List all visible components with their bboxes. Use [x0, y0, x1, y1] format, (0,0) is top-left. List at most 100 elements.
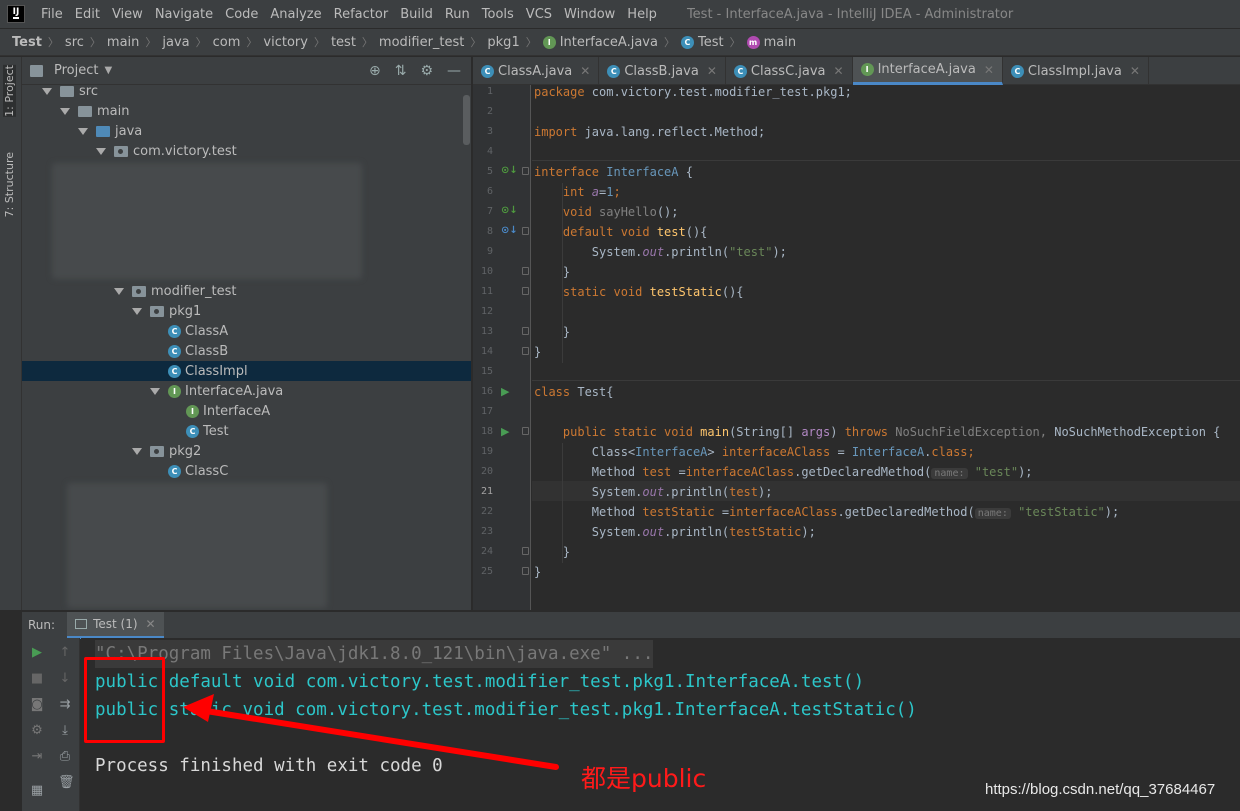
- expand-arrow-icon[interactable]: [78, 127, 88, 135]
- menu-refactor[interactable]: Refactor: [328, 7, 395, 22]
- exit-icon[interactable]: ⇥: [30, 750, 44, 764]
- structure-tool-tab[interactable]: 7: Structure: [3, 152, 16, 217]
- breadcrumb-item[interactable]: Test: [12, 35, 42, 50]
- parameter-name: args: [801, 425, 831, 439]
- code-editor[interactable]: 1 2 3 4 5 6 7 8 9 10 11 12 13 14 15 16 1…: [473, 85, 1240, 610]
- project-tool-tab[interactable]: 1: Project: [3, 65, 16, 117]
- tree-item-classa[interactable]: C ClassA: [22, 321, 471, 341]
- close-icon[interactable]: ✕: [707, 64, 717, 78]
- expand-arrow-icon[interactable]: [150, 387, 160, 395]
- tab-classimpl[interactable]: C ClassImpl.java ✕: [1003, 57, 1149, 85]
- breadcrumb-item[interactable]: test: [331, 35, 356, 50]
- tree-item-java[interactable]: java: [22, 121, 471, 141]
- fold-marker-icon[interactable]: [522, 167, 529, 175]
- tree-item-modifier-test[interactable]: modifier_test: [22, 281, 471, 301]
- breadcrumb-item-interface[interactable]: I InterfaceA.java: [542, 35, 658, 50]
- trash-icon[interactable]: 🗑: [58, 776, 75, 790]
- fold-marker-icon[interactable]: [522, 347, 529, 355]
- collapse-icon[interactable]: ⇅: [395, 63, 407, 79]
- fold-marker-icon[interactable]: [522, 567, 529, 575]
- close-icon[interactable]: ✕: [1130, 64, 1140, 78]
- fold-marker-icon[interactable]: [522, 547, 529, 555]
- expand-arrow-icon[interactable]: [42, 87, 52, 95]
- expand-arrow-icon[interactable]: [132, 447, 142, 455]
- close-icon[interactable]: ✕: [984, 63, 994, 77]
- scroll-to-end-icon[interactable]: ⤓: [58, 724, 72, 738]
- fold-marker-icon[interactable]: [522, 267, 529, 275]
- scrollbar[interactable]: [463, 95, 470, 145]
- project-title[interactable]: Project: [54, 63, 98, 78]
- settings-icon[interactable]: ⚙: [30, 724, 44, 738]
- expand-arrow-icon[interactable]: [114, 287, 124, 295]
- print-icon[interactable]: ⎙: [58, 750, 72, 764]
- menu-file[interactable]: File: [35, 7, 69, 22]
- tree-item-classc[interactable]: C ClassC: [22, 461, 471, 481]
- run-icon[interactable]: ▶: [501, 425, 509, 438]
- fold-marker-icon[interactable]: [522, 427, 529, 435]
- breadcrumb-item[interactable]: com: [213, 35, 241, 50]
- breadcrumb-item[interactable]: java: [162, 35, 189, 50]
- close-icon[interactable]: ✕: [834, 64, 844, 78]
- tree-item-main[interactable]: main: [22, 101, 471, 121]
- layout-icon[interactable]: ▦: [30, 784, 44, 798]
- tab-classa[interactable]: C ClassA.java ✕: [473, 57, 600, 85]
- console-command[interactable]: "C:\Program Files\Java\jdk1.8.0_121\bin\…: [95, 640, 654, 668]
- tree-item-pkg2[interactable]: pkg2: [22, 441, 471, 461]
- breadcrumb-item[interactable]: main: [107, 35, 139, 50]
- stop-icon[interactable]: ■: [30, 672, 44, 686]
- breadcrumb-item[interactable]: pkg1: [487, 35, 519, 50]
- tree-item-interfacea-java[interactable]: I InterfaceA.java: [22, 381, 471, 401]
- tree-item-test[interactable]: C Test: [22, 421, 471, 441]
- overridden-icon[interactable]: ⊙↓: [501, 225, 518, 236]
- breadcrumb-item-class[interactable]: C Test: [680, 35, 724, 50]
- tree-item-package[interactable]: com.victory.test: [22, 141, 471, 161]
- breadcrumb-item[interactable]: src: [65, 35, 84, 50]
- menu-vcs[interactable]: VCS: [520, 7, 558, 22]
- arrow-down-icon[interactable]: ↓: [58, 672, 72, 686]
- expand-arrow-icon[interactable]: [132, 307, 142, 315]
- chevron-down-icon[interactable]: ▼: [104, 65, 112, 76]
- rerun-icon[interactable]: ▶: [30, 646, 44, 660]
- implemented-icon[interactable]: ⊙↓: [501, 165, 518, 176]
- menu-navigate[interactable]: Navigate: [149, 7, 219, 22]
- soft-wrap-icon[interactable]: ⇉: [58, 698, 72, 712]
- tab-classb[interactable]: C ClassB.java ✕: [599, 57, 726, 85]
- menu-edit[interactable]: Edit: [69, 7, 106, 22]
- implemented-icon[interactable]: ⊙↓: [501, 205, 518, 216]
- breadcrumb-item[interactable]: modifier_test: [379, 35, 464, 50]
- tree-item-classb[interactable]: C ClassB: [22, 341, 471, 361]
- code-line: Method test =interfaceAClass.getDeclared…: [534, 462, 1033, 482]
- tab-interfacea[interactable]: I InterfaceA.java ✕: [852, 57, 1003, 85]
- keyword: static void: [534, 285, 643, 299]
- fold-marker-icon[interactable]: [522, 287, 529, 295]
- close-icon[interactable]: ✕: [580, 64, 590, 78]
- run-tab-test[interactable]: Test (1) ✕: [67, 611, 164, 639]
- camera-icon[interactable]: ◙: [30, 698, 44, 712]
- tree-item-classimpl[interactable]: C ClassImpl: [22, 361, 471, 381]
- menu-view[interactable]: View: [106, 7, 149, 22]
- gear-icon[interactable]: ⚙: [420, 63, 433, 79]
- expand-arrow-icon[interactable]: [96, 147, 106, 155]
- arrow-up-icon[interactable]: ↑: [58, 646, 72, 660]
- tree-item-pkg1[interactable]: pkg1: [22, 301, 471, 321]
- expand-arrow-icon[interactable]: [60, 107, 70, 115]
- menu-analyze[interactable]: Analyze: [264, 7, 327, 22]
- fold-marker-icon[interactable]: [522, 327, 529, 335]
- locate-icon[interactable]: ⊕: [369, 63, 381, 79]
- run-icon[interactable]: ▶: [501, 385, 509, 398]
- breadcrumb-item-method[interactable]: m main: [746, 35, 796, 50]
- tree-item-interfacea[interactable]: I InterfaceA: [22, 401, 471, 421]
- menu-build[interactable]: Build: [394, 7, 439, 22]
- tree-item-src[interactable]: src: [22, 81, 471, 101]
- menu-code[interactable]: Code: [219, 7, 264, 22]
- tab-classc[interactable]: C ClassC.java ✕: [726, 57, 853, 85]
- breadcrumb-item[interactable]: victory: [263, 35, 308, 50]
- minimize-icon[interactable]: —: [447, 63, 461, 79]
- close-icon[interactable]: ✕: [146, 617, 156, 631]
- menu-window[interactable]: Window: [558, 7, 621, 22]
- menu-tools[interactable]: Tools: [476, 7, 520, 22]
- menu-help[interactable]: Help: [621, 7, 663, 22]
- intellij-logo-icon[interactable]: IJ: [7, 5, 25, 23]
- menu-run[interactable]: Run: [439, 7, 476, 22]
- fold-marker-icon[interactable]: [522, 227, 529, 235]
